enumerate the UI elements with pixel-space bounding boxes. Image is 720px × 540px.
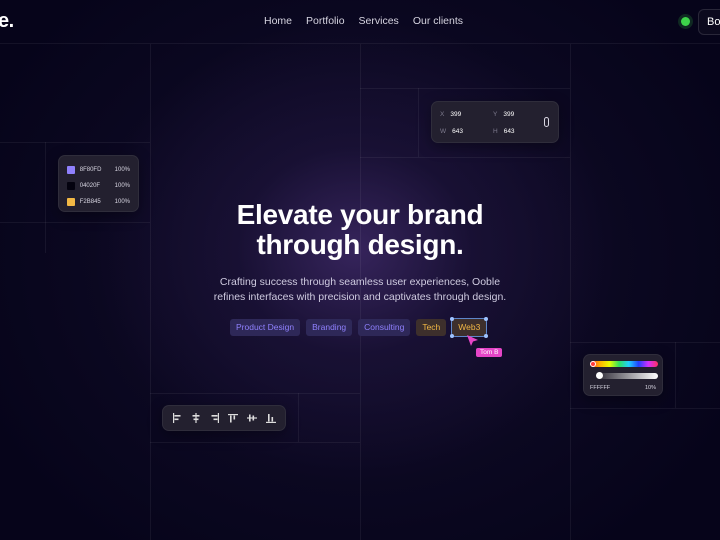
color-hex-value[interactable]: FFFFFF xyxy=(590,385,610,391)
hero-subtitle: Crafting success through seamless user e… xyxy=(0,275,720,305)
grid-line xyxy=(360,157,570,158)
collaborator-name-label: Tom B xyxy=(476,348,503,357)
grid-line xyxy=(570,408,720,409)
selection-handle[interactable] xyxy=(450,334,455,338)
w-value: 643 xyxy=(452,128,463,135)
opacity-slider-handle[interactable] xyxy=(596,372,603,379)
hero-subtitle-line-2: refines interfaces with precision and ca… xyxy=(213,291,507,303)
nav-link-services[interactable]: Services xyxy=(359,15,399,27)
hero-title-line-1: Elevate your brand xyxy=(236,199,484,230)
grid-line xyxy=(150,442,360,443)
swatch-opacity: 100% xyxy=(114,167,130,173)
h-field[interactable]: H 643 xyxy=(493,128,515,135)
w-field[interactable]: W 643 xyxy=(440,128,463,135)
tag-web3-label: Web3 xyxy=(458,322,481,332)
color-picker-panel: FFFFFF 10% xyxy=(583,354,663,396)
align-center-horizontal-icon[interactable] xyxy=(190,412,202,424)
collaborator-cursor-icon xyxy=(467,335,478,346)
y-field[interactable]: Y 399 xyxy=(493,111,514,118)
selection-handle[interactable] xyxy=(484,334,489,338)
hero-title-line-2: through design. xyxy=(256,229,464,260)
align-left-icon[interactable] xyxy=(171,412,183,424)
grid-line xyxy=(298,393,299,442)
logo[interactable]: e. xyxy=(0,10,14,33)
book-call-button[interactable]: Bo xyxy=(698,9,720,35)
grid-line xyxy=(360,88,570,89)
h-label: H xyxy=(493,128,498,135)
grid-line xyxy=(570,342,720,343)
x-label: X xyxy=(440,111,445,118)
nav-links: Home Portfolio Services Our clients xyxy=(264,15,463,27)
tag-consulting[interactable]: Consulting xyxy=(358,319,411,336)
opacity-slider[interactable] xyxy=(596,373,658,379)
selection-handle[interactable] xyxy=(484,317,489,321)
align-right-icon[interactable] xyxy=(209,412,221,424)
h-value: 643 xyxy=(503,128,515,135)
constrain-proportions-link-icon[interactable] xyxy=(544,117,549,127)
color-swatch-icon xyxy=(67,166,75,174)
tag-product-design[interactable]: Product Design xyxy=(230,319,301,336)
align-toolbar xyxy=(162,405,286,431)
selection-handle[interactable] xyxy=(450,317,455,321)
tag-tech[interactable]: Tech xyxy=(416,319,447,336)
grid-line xyxy=(418,88,419,157)
nav-link-home[interactable]: Home xyxy=(264,15,292,27)
color-swatch-icon xyxy=(67,182,75,190)
color-opacity-value[interactable]: 10% xyxy=(645,385,656,391)
hero-title: Elevate your brand through design. xyxy=(0,200,720,260)
hue-slider[interactable] xyxy=(590,361,658,367)
hue-slider-handle[interactable] xyxy=(590,361,596,367)
swatch-opacity: 100% xyxy=(114,183,130,189)
x-value: 399 xyxy=(450,111,462,118)
grid-line xyxy=(150,393,360,394)
nav-link-our-clients[interactable]: Our clients xyxy=(413,15,463,27)
hero-subtitle-line-1: Crafting success through seamless user e… xyxy=(219,276,501,288)
grid-line xyxy=(675,342,676,408)
align-center-vertical-icon[interactable] xyxy=(246,412,258,424)
y-label: Y xyxy=(493,111,498,118)
tag-branding[interactable]: Branding xyxy=(306,319,353,336)
swatch-row[interactable]: 04020F 100% xyxy=(67,178,130,194)
w-label: W xyxy=(440,128,447,135)
align-bottom-icon[interactable] xyxy=(265,412,277,424)
transform-panel: X 399 Y 399 W 643 H 643 xyxy=(431,101,559,143)
top-nav: e. Home Portfolio Services Our clients B… xyxy=(0,0,720,44)
swatch-hex: 04020F xyxy=(79,183,101,189)
grid-line xyxy=(0,142,150,143)
x-field[interactable]: X 399 xyxy=(440,111,461,118)
swatch-hex: 8F80FD xyxy=(79,167,102,173)
y-value: 399 xyxy=(503,111,515,118)
swatch-row[interactable]: 8F80FD 100% xyxy=(67,162,130,178)
align-top-icon[interactable] xyxy=(227,412,239,424)
availability-status-icon xyxy=(681,17,690,26)
nav-link-portfolio[interactable]: Portfolio xyxy=(306,15,345,27)
service-tags: Product Design Branding Consulting Tech … xyxy=(230,317,489,338)
